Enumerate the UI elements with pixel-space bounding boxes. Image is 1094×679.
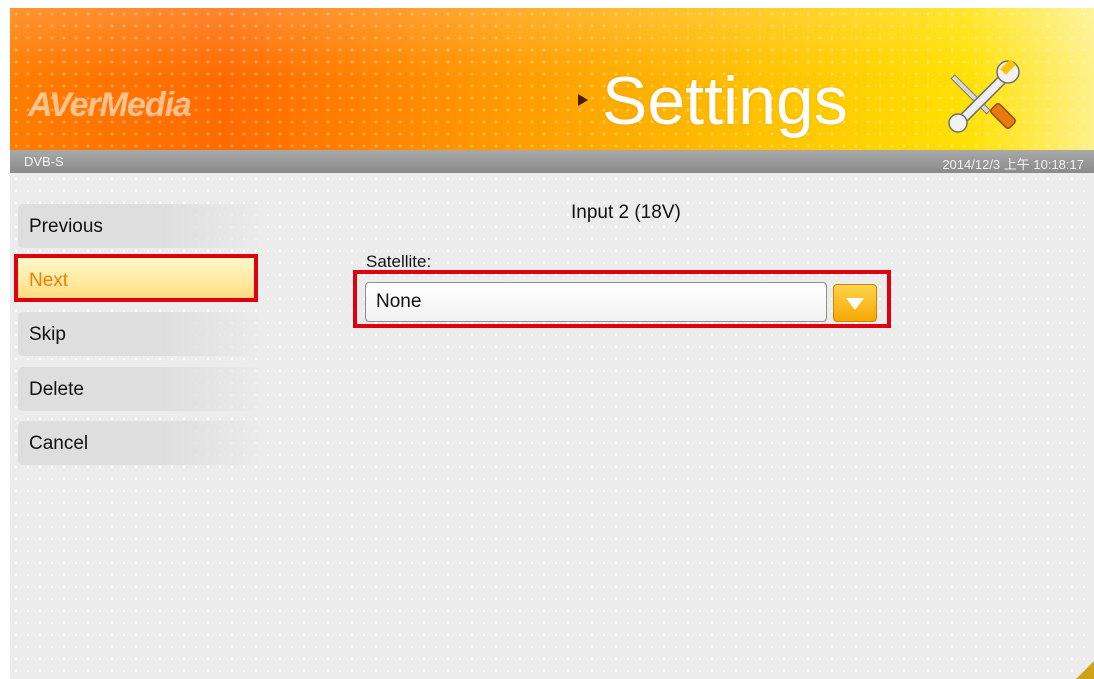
next-button[interactable]: Next xyxy=(14,254,258,302)
satellite-select[interactable]: None xyxy=(365,282,827,322)
header-banner: AVerMedia Settings xyxy=(10,8,1094,150)
brand-logo: AVerMedia xyxy=(28,86,192,124)
tuner-mode-label: DVB-S xyxy=(24,154,64,169)
cancel-button-label: Cancel xyxy=(29,433,89,454)
chevron-down-icon xyxy=(846,298,864,310)
title-bullet-icon xyxy=(578,94,588,106)
cancel-button[interactable]: Cancel xyxy=(18,421,258,465)
datetime-label: 2014/12/3 上午 10:18:17 xyxy=(942,157,1084,172)
status-bar: DVB-S 2014/12/3 上午 10:18:17 xyxy=(10,150,1094,173)
delete-button[interactable]: Delete xyxy=(18,367,258,411)
satellite-dropdown-button[interactable] xyxy=(833,284,877,322)
delete-button-label: Delete xyxy=(29,379,84,400)
previous-button[interactable]: Previous xyxy=(18,204,258,248)
satellite-label: Satellite: xyxy=(366,252,432,271)
skip-button-label: Skip xyxy=(29,324,66,345)
next-button-label: Next xyxy=(29,270,69,291)
tools-icon xyxy=(938,52,1028,142)
input-title: Input 2 (18V) xyxy=(571,202,681,223)
satellite-select-value: None xyxy=(376,291,422,312)
page-title: Settings xyxy=(602,63,848,139)
resize-grip-icon[interactable] xyxy=(1076,661,1094,679)
skip-button[interactable]: Skip xyxy=(18,312,258,356)
previous-button-label: Previous xyxy=(29,216,103,237)
